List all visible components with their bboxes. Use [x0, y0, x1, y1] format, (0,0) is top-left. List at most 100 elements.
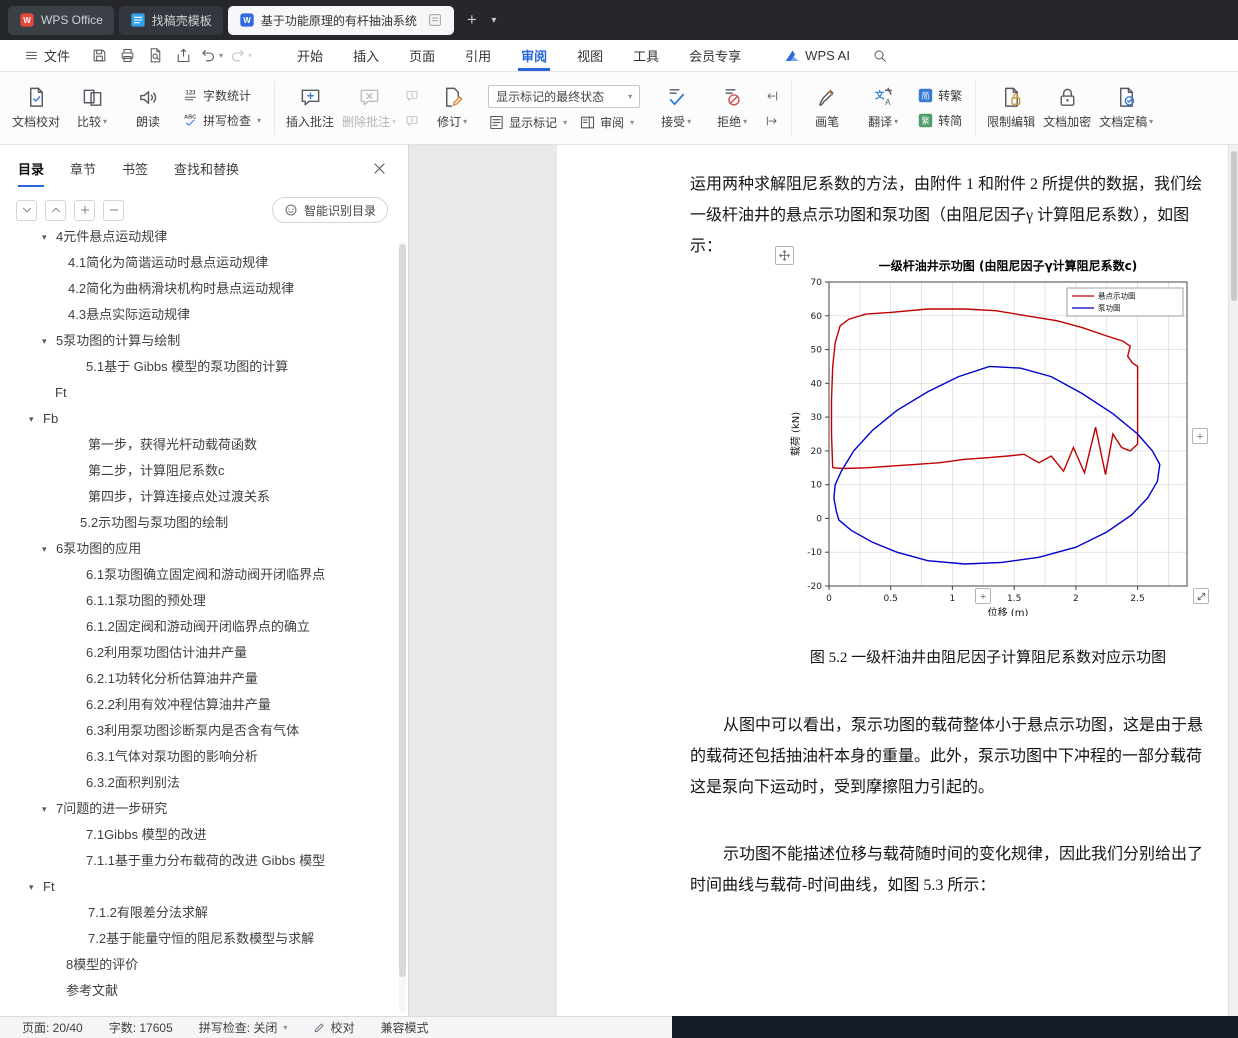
ribbon-tab-member[interactable]: 会员专享	[674, 40, 756, 71]
toc-item[interactable]: 4.3悬点实际运动规律	[0, 302, 408, 328]
print-preview-button[interactable]	[142, 43, 168, 69]
search-button[interactable]	[872, 40, 888, 71]
chart-add-bottom-button[interactable]: +	[975, 588, 991, 604]
title-tab-doc-current[interactable]: W 基于功能原理的有杆抽油系统	[227, 5, 454, 35]
toc-item[interactable]: ▾ 5泵功图的计算与绘制	[0, 328, 408, 354]
sidebar-scrollbar[interactable]	[399, 241, 406, 1013]
smart-toc-button[interactable]: 智能识别目录	[271, 197, 388, 223]
toc-item[interactable]: 6.3.1气体对泵功图的影响分析	[0, 744, 408, 770]
ribbon-tab-insert[interactable]: 插入	[338, 40, 394, 71]
toc-item[interactable]: 5.2示功图与泵功图的绘制	[0, 510, 408, 536]
toc-expand-all-button[interactable]	[74, 199, 95, 221]
toc-item[interactable]: 6.1泵功图确立固定阀和游动阀开闭临界点	[0, 562, 408, 588]
title-tab-doc-template[interactable]: 找稿壳模板	[118, 5, 223, 35]
ribbon-reject-button[interactable]: 拒绝 ▾	[704, 77, 760, 139]
toc-collapse-icon[interactable]: ▾	[42, 536, 56, 562]
close-pane-button[interactable]	[371, 160, 388, 177]
toc-item[interactable]: 6.2.2利用有效冲程估算油井产量	[0, 692, 408, 718]
ribbon-delete-comment-button[interactable]: 删除批注 ▾	[338, 77, 400, 139]
ribbon-prev-comment-button[interactable]	[403, 87, 421, 105]
ribbon-tab-page[interactable]: 页面	[394, 40, 450, 71]
ribbon-word-count-button[interactable]: 123 字数统计	[182, 87, 261, 104]
pane-tab-bookmark[interactable]: 书签	[122, 149, 148, 187]
file-menu-button[interactable]: 文件	[14, 40, 80, 71]
toc-item[interactable]: 8模型的评价	[0, 952, 408, 978]
toc-item[interactable]: 6.1.2固定阀和游动阀开闭临界点的确立	[0, 614, 408, 640]
toc-item[interactable]: 7.1.1基于重力分布载荷的改进 Gibbs 模型	[0, 848, 408, 874]
toc-collapse-all-button[interactable]	[103, 199, 124, 221]
toc-item[interactable]: ▾ 4元件悬点运动规律	[0, 224, 408, 250]
chart-add-right-button[interactable]: +	[1192, 428, 1208, 444]
ribbon-doc-proofread-button[interactable]: 文档校对	[8, 77, 64, 139]
redo-button[interactable]: ▾	[227, 43, 254, 69]
toc-item[interactable]: 4.2简化为曲柄滑块机构时悬点运动规律	[0, 276, 408, 302]
status-page-indicator[interactable]: 页面: 20/40	[22, 1019, 83, 1036]
ribbon-tab-tools[interactable]: 工具	[618, 40, 674, 71]
document-scrollbar-thumb[interactable]	[1231, 151, 1237, 301]
chart-resize-handle[interactable]	[1193, 588, 1209, 604]
ribbon-ink-button[interactable]: 画笔	[799, 77, 855, 139]
tab-list-dropdown[interactable]: ▾	[485, 7, 503, 33]
toc-item[interactable]: 第一步，获得光杆动载荷函数	[0, 432, 408, 458]
ribbon-tab-view[interactable]: 视图	[562, 40, 618, 71]
print-button[interactable]	[114, 43, 140, 69]
toc-item[interactable]: 7.2基于能量守恒的阻尼系数模型与求解	[0, 926, 408, 952]
toc-item[interactable]: 6.2.1功转化分析估算油井产量	[0, 666, 408, 692]
ribbon-spell-check-button[interactable]: ABC 拼写检查 ▾	[182, 112, 261, 129]
export-pdf-button[interactable]	[170, 43, 196, 69]
toc-item[interactable]: ▾ Ft	[0, 874, 408, 900]
pane-tab-find-replace[interactable]: 查找和替换	[174, 149, 239, 187]
toc-collapse-icon[interactable]: ▾	[29, 874, 43, 900]
ribbon-markup-state-select[interactable]: 显示标记的最终状态 ▾	[488, 85, 641, 108]
toc-item[interactable]: 6.1.1泵功图的预处理	[0, 588, 408, 614]
ribbon-accept-button[interactable]: 接受 ▾	[648, 77, 704, 139]
save-button[interactable]	[86, 43, 112, 69]
ribbon-finalize-button[interactable]: 文档定稿 ▾	[1095, 77, 1157, 139]
ribbon-compare-button[interactable]: 比较 ▾	[64, 77, 120, 139]
ribbon-track-changes-button[interactable]: 修订 ▾	[424, 77, 480, 139]
status-compat-mode[interactable]: 兼容模式	[380, 1019, 428, 1036]
toc-item[interactable]: ▾ 7问题的进一步研究	[0, 796, 408, 822]
ribbon-next-revision-button[interactable]	[763, 112, 781, 130]
ribbon-tab-reference[interactable]: 引用	[450, 40, 506, 71]
toc-item[interactable]: 6.2利用泵功图估计油井产量	[0, 640, 408, 666]
toc-item[interactable]: 6.3.2面积判别法	[0, 770, 408, 796]
status-proofread[interactable]: 校对	[313, 1019, 354, 1036]
toc-item[interactable]: ▾ 6泵功图的应用	[0, 536, 408, 562]
toc-item[interactable]: 第二步，计算阻尼系数c	[0, 458, 408, 484]
ribbon-translate-button[interactable]: 文 A 翻译 ▾	[855, 77, 911, 139]
ribbon-tab-home[interactable]: 开始	[282, 40, 338, 71]
toc-expand-button[interactable]	[45, 199, 66, 221]
ribbon-review-pane-button[interactable]: 审阅 ▾	[579, 114, 634, 131]
toc-collapse-button[interactable]	[16, 199, 37, 221]
document-scrollbar[interactable]	[1228, 145, 1238, 1016]
toc-collapse-icon[interactable]: ▾	[42, 224, 56, 250]
toc-item[interactable]: Ft	[0, 380, 408, 406]
toc-item[interactable]: 第四步，计算连接点处过渡关系	[0, 484, 408, 510]
toc-item[interactable]: 7.1Gibbs 模型的改进	[0, 822, 408, 848]
ribbon-tab-review[interactable]: 审阅	[506, 40, 562, 71]
new-tab-button[interactable]: +	[459, 7, 485, 33]
ribbon-restrict-edit-button[interactable]: 限制编辑	[983, 77, 1039, 139]
ribbon-to-simplified-button[interactable]: 繁转简	[917, 112, 962, 129]
wps-ai-button[interactable]: WPS AI	[784, 40, 850, 71]
ribbon-next-comment-button[interactable]	[403, 112, 421, 130]
toc-item[interactable]: 5.1基于 Gibbs 模型的泵功图的计算	[0, 354, 408, 380]
toc-item[interactable]: ▾ Fb	[0, 406, 408, 432]
ribbon-show-markup-button[interactable]: 显示标记 ▾	[488, 114, 567, 131]
toc-collapse-icon[interactable]: ▾	[29, 406, 43, 432]
ribbon-prev-revision-button[interactable]	[763, 87, 781, 105]
toc-item[interactable]: 7.1.2有限差分法求解	[0, 900, 408, 926]
chart-move-handle[interactable]	[775, 246, 794, 265]
toc-item[interactable]: 4.1简化为简谐运动时悬点运动规律	[0, 250, 408, 276]
ribbon-to-traditional-button[interactable]: 简转繁	[917, 87, 962, 104]
document-page[interactable]: 运用两种求解阻尼系数的方法，由附件 1 和附件 2 所提供的数据，我们绘 一级杆油…	[557, 145, 1228, 1016]
ribbon-insert-comment-button[interactable]: 插入批注	[282, 77, 338, 139]
pane-tab-chapter[interactable]: 章节	[70, 149, 96, 187]
toc-collapse-icon[interactable]: ▾	[42, 328, 56, 354]
pane-tab-toc[interactable]: 目录	[18, 149, 45, 187]
toc-collapse-icon[interactable]: ▾	[42, 796, 56, 822]
undo-button[interactable]: ▾	[198, 43, 225, 69]
ribbon-encrypt-button[interactable]: 文档加密	[1039, 77, 1095, 139]
toc-item[interactable]: 参考文献	[0, 978, 408, 1004]
